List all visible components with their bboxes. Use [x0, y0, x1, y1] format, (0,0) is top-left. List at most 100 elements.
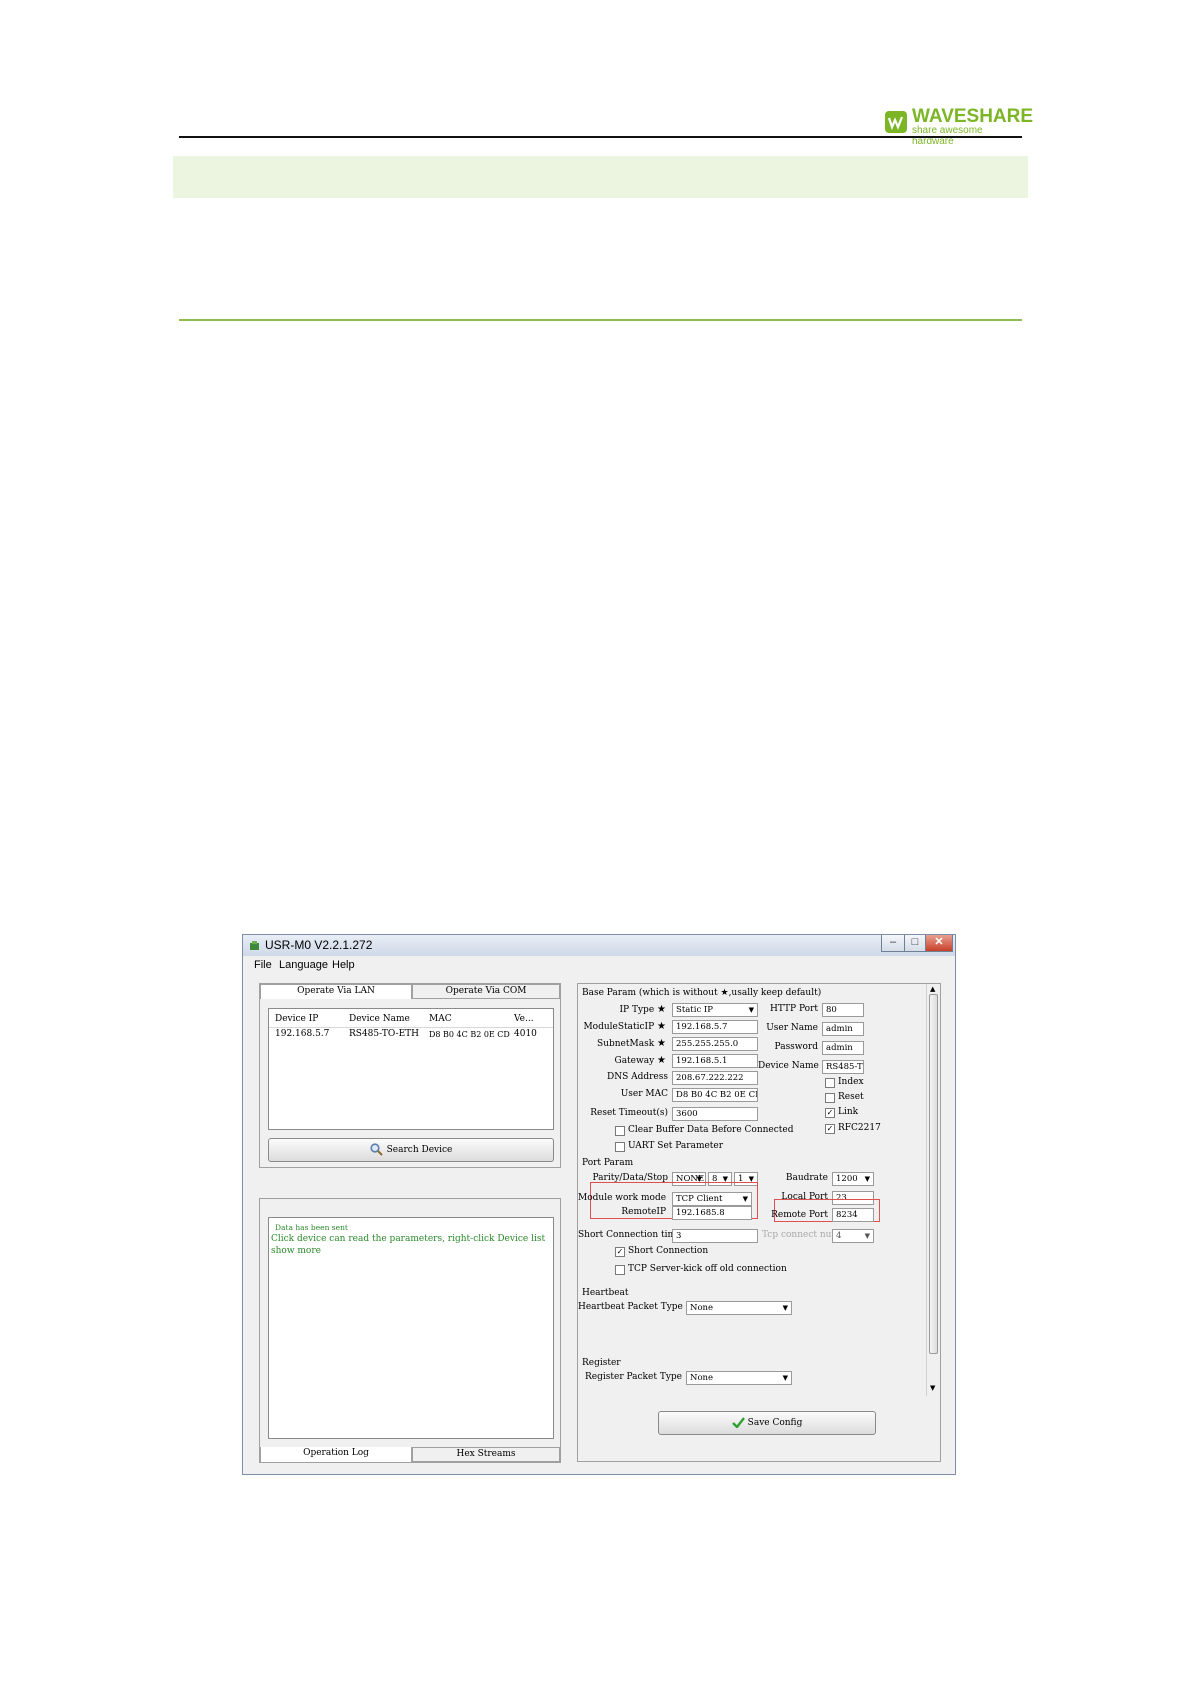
- dns-address-label: DNS Address: [606, 1072, 668, 1082]
- link-checkbox[interactable]: ✓: [825, 1108, 835, 1118]
- port-param-group-label: Port Param: [582, 1158, 634, 1168]
- tcp-connect-num-label: Tcp connect num: [762, 1230, 840, 1240]
- config-scrollbar[interactable]: ▲ ▼: [926, 984, 940, 1396]
- tab-operation-log[interactable]: Operation Log: [260, 1447, 412, 1462]
- reset-timeout-input[interactable]: 3600: [672, 1107, 758, 1121]
- log-line: Data has been sent: [275, 1223, 348, 1232]
- close-button[interactable]: ✕: [925, 935, 953, 952]
- baudrate-label: Baudrate: [785, 1173, 828, 1183]
- register-group-label: Register: [582, 1358, 621, 1368]
- device-panel: Operate Via LAN Operate Via COM Device I…: [259, 983, 561, 1168]
- device-list[interactable]: Device IP Device Name MAC Ve... 192.168.…: [268, 1008, 554, 1130]
- operation-log[interactable]: Data has been sent Click device can read…: [268, 1217, 554, 1439]
- chevron-down-icon: ▼: [782, 1304, 788, 1312]
- save-config-label: Save Config: [747, 1418, 803, 1428]
- module-static-ip-input[interactable]: 192.168.5.7: [672, 1020, 758, 1034]
- table-row[interactable]: 192.168.5.7 RS485-TO-ETH D8 B0 4C B2 0E …: [269, 1029, 553, 1042]
- remote-ip-label: RemoteIP: [621, 1207, 666, 1217]
- log-line: show more: [271, 1246, 321, 1256]
- app-icon: [250, 941, 259, 950]
- tcp-connect-num-select[interactable]: 4 ▼: [832, 1229, 874, 1243]
- search-icon: [370, 1143, 383, 1156]
- col-device-ip[interactable]: Device IP: [275, 1014, 318, 1025]
- tab-operate-via-lan[interactable]: Operate Via LAN: [260, 984, 412, 999]
- index-label: Index: [838, 1077, 864, 1087]
- device-name-label: Device Name: [758, 1061, 819, 1071]
- base-param-group-label: Base Param (which is without ★,usally ke…: [582, 988, 822, 998]
- search-device-label: Search Device: [386, 1145, 453, 1155]
- tcp-server-kick-checkbox[interactable]: [615, 1265, 625, 1275]
- device-name-input[interactable]: RS485-TO-: [822, 1060, 864, 1074]
- col-version[interactable]: Ve...: [514, 1014, 534, 1025]
- reset-checkbox[interactable]: [825, 1093, 835, 1103]
- col-mac[interactable]: MAC: [429, 1014, 452, 1025]
- reset-timeout-label: Reset Timeout(s): [590, 1108, 668, 1118]
- search-device-button[interactable]: Search Device: [268, 1138, 554, 1162]
- http-port-input[interactable]: 80: [822, 1003, 864, 1017]
- tab-hex-streams[interactable]: Hex Streams: [412, 1447, 560, 1462]
- register-packet-type-label: Register Packet Type: [585, 1372, 682, 1382]
- uart-set-label: UART Set Parameter: [628, 1141, 724, 1151]
- baudrate-select[interactable]: 1200 ▼: [832, 1172, 874, 1186]
- short-conn-time-input[interactable]: 3: [672, 1229, 758, 1243]
- rfc2217-checkbox[interactable]: ✓: [825, 1124, 835, 1134]
- short-connection-checkbox[interactable]: ✓: [615, 1247, 625, 1257]
- short-connection-label: Short Connection: [628, 1246, 709, 1256]
- waveshare-logo: WAVESHARE share awesome hardware: [884, 106, 1033, 147]
- remote-ip-input[interactable]: 192.1685.8: [672, 1206, 752, 1220]
- user-name-input[interactable]: admin: [822, 1022, 864, 1036]
- user-mac-input[interactable]: D8 B0 4C B2 0E CD: [672, 1088, 758, 1102]
- config-panel: Base Param (which is without ★,usally ke…: [577, 983, 941, 1462]
- col-device-name[interactable]: Device Name: [349, 1014, 410, 1025]
- clear-buffer-checkbox[interactable]: [615, 1126, 625, 1136]
- register-packet-type-select[interactable]: None ▼: [686, 1371, 792, 1385]
- reset-label: Reset: [838, 1092, 864, 1102]
- table-header-divider: [269, 1027, 553, 1028]
- maximize-button[interactable]: □: [904, 935, 926, 952]
- work-mode-label: Module work mode: [578, 1193, 667, 1203]
- cell-version: 4010: [514, 1029, 537, 1039]
- log-panel: Data has been sent Click device can read…: [259, 1198, 561, 1463]
- remote-port-input[interactable]: 8234: [832, 1208, 874, 1222]
- index-checkbox[interactable]: [825, 1078, 835, 1088]
- subnet-mask-label: SubnetMask ★: [597, 1038, 666, 1049]
- password-input[interactable]: admin: [822, 1041, 864, 1055]
- menu-help[interactable]: Help: [332, 959, 355, 971]
- cell-device-ip: 192.168.5.7: [275, 1029, 330, 1039]
- header-rule: [179, 136, 1022, 138]
- chevron-down-icon: ▼: [864, 1232, 870, 1240]
- user-name-label: User Name: [766, 1023, 818, 1033]
- ip-type-select[interactable]: Static IP ▼: [672, 1003, 758, 1017]
- menu-file[interactable]: File: [254, 959, 272, 971]
- heartbeat-packet-type-select[interactable]: None ▼: [686, 1301, 792, 1315]
- waveshare-logo-icon: [885, 111, 907, 133]
- uart-set-checkbox[interactable]: [615, 1142, 625, 1152]
- subnet-mask-input[interactable]: 255.255.255.0: [672, 1037, 758, 1051]
- dns-address-input[interactable]: 208.67.222.222: [672, 1071, 758, 1085]
- tab-operate-via-com[interactable]: Operate Via COM: [412, 984, 560, 999]
- ip-type-label: IP Type ★: [619, 1004, 667, 1015]
- scroll-up-icon[interactable]: ▲: [930, 985, 935, 993]
- scroll-down-icon[interactable]: ▼: [930, 1384, 935, 1392]
- heartbeat-group-label: Heartbeat: [582, 1288, 629, 1298]
- cell-mac: D8 B0 4C B2 0E CD: [429, 1030, 510, 1039]
- chevron-down-icon: ▼: [748, 1006, 754, 1014]
- chevron-down-icon: ▼: [742, 1195, 748, 1203]
- minimize-button[interactable]: –: [881, 935, 905, 952]
- http-port-label: HTTP Port: [770, 1004, 818, 1014]
- clear-buffer-label: Clear Buffer Data Before Connected: [628, 1125, 794, 1135]
- checkmark-icon: [731, 1417, 745, 1429]
- link-label: Link: [838, 1107, 859, 1117]
- tcp-server-kick-label: TCP Server-kick off old connection: [628, 1264, 787, 1274]
- save-config-button[interactable]: Save Config: [658, 1411, 876, 1435]
- chevron-down-icon: ▼: [864, 1175, 870, 1183]
- menu-language[interactable]: Language: [279, 959, 328, 971]
- section-rule: [179, 319, 1022, 321]
- gateway-label: Gateway ★: [614, 1055, 667, 1066]
- title-bar: USR-M0 V2.2.1.272 – □ ✕: [243, 935, 955, 956]
- work-mode-select[interactable]: TCP Client ▼: [672, 1192, 752, 1206]
- password-label: Password: [774, 1042, 818, 1052]
- window-title: USR-M0 V2.2.1.272: [265, 938, 373, 952]
- scrollbar-thumb[interactable]: [929, 994, 938, 1354]
- gateway-input[interactable]: 192.168.5.1: [672, 1054, 758, 1068]
